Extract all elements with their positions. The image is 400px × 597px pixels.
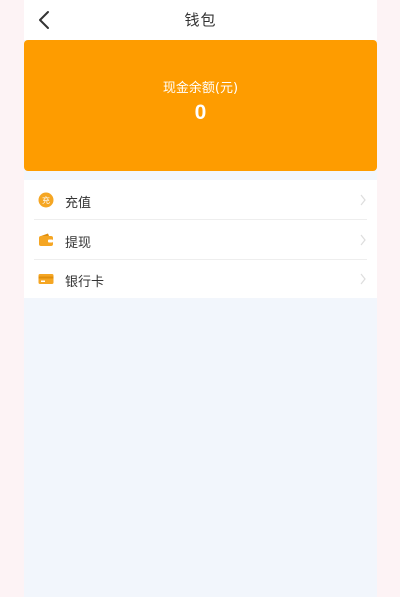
page-title: 钱包 (184, 11, 217, 29)
menu-item-withdraw[interactable]: 提现 (24, 220, 377, 260)
bank-card-icon (38, 274, 54, 284)
menu-item-recharge[interactable]: 充 充值 (24, 180, 377, 220)
chevron-right-icon (360, 273, 366, 285)
nav-bar: 钱包 (24, 0, 377, 40)
wallet-screen: 钱包 现金余额(元) 0 充 充值 提现 银行卡 (24, 0, 377, 597)
menu-item-label: 充值 (65, 196, 92, 211)
recharge-icon: 充 (38, 192, 54, 208)
menu-item-bank-card[interactable]: 银行卡 (24, 259, 377, 298)
balance-label: 现金余额(元) (162, 81, 239, 96)
chevron-right-icon (360, 194, 366, 206)
wallet-icon (39, 233, 53, 246)
wallet-menu: 充 充值 提现 银行卡 (24, 180, 377, 298)
menu-item-label: 提现 (65, 236, 92, 251)
balance-value: 0 (194, 101, 207, 124)
recharge-icon-text: 充 (42, 195, 50, 205)
menu-item-label: 银行卡 (65, 275, 105, 290)
chevron-right-icon (360, 234, 366, 246)
balance-card: 现金余额(元) 0 (24, 40, 377, 171)
